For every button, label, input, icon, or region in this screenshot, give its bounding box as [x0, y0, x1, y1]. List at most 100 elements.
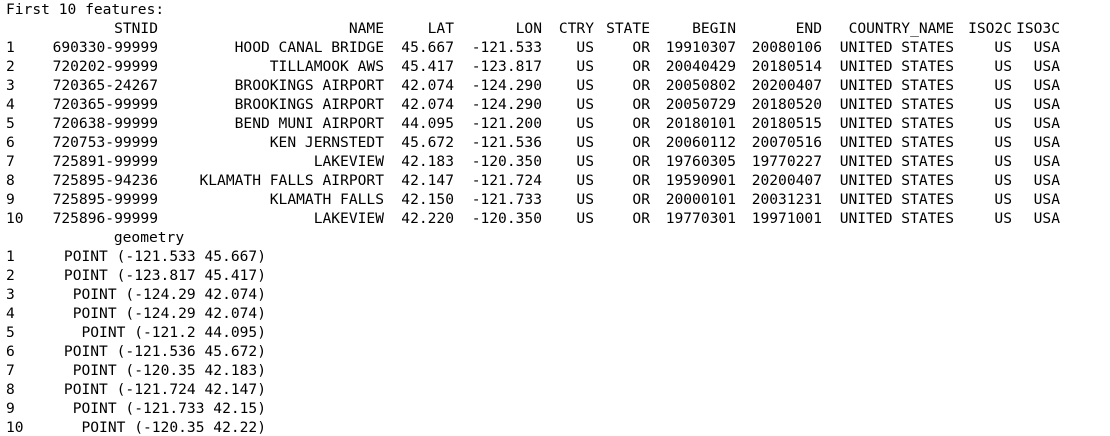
cell-stnid: 725895-94236 — [52, 172, 158, 189]
cell-iso2c: US — [994, 134, 1012, 151]
cell-iso2c: US — [994, 115, 1012, 132]
geometry-index-spacer — [6, 228, 32, 247]
cell-lon: -121.733 — [471, 191, 542, 208]
cell-begin: 20050729 — [665, 96, 736, 113]
cell-iso3c: USA — [1033, 153, 1060, 170]
geometry-row: 1 POINT (-121.533 45.667) — [6, 247, 1110, 266]
cell-begin: 19770301 — [665, 210, 736, 227]
console-output: First 10 features: STNID NAME LAT LON CT… — [0, 0, 1110, 436]
geometry-value: POINT (-124.29 42.074) — [72, 286, 266, 303]
cell-lat: 42.150 — [401, 191, 454, 208]
cell-end: 20070516 — [751, 134, 822, 151]
cell-state: OR — [632, 96, 650, 113]
geometry-value: POINT (-121.536 45.672) — [63, 343, 266, 360]
cell-end: 20180515 — [751, 115, 822, 132]
cell-name: KLAMATH FALLS AIRPORT — [199, 172, 384, 189]
row-index: 7 — [6, 153, 15, 170]
cell-state: OR — [632, 191, 650, 208]
header-stnid: STNID — [114, 20, 158, 37]
geometry-value: POINT (-121.2 44.095) — [81, 324, 266, 341]
cell-iso3c: USA — [1033, 172, 1060, 189]
header-name: NAME — [348, 20, 384, 37]
cell-state: OR — [632, 77, 650, 94]
geometry-row: 10 POINT (-120.35 42.22) — [6, 418, 1110, 436]
cell-lat: 44.095 — [401, 115, 454, 132]
cell-country-name: UNITED STATES — [839, 115, 954, 132]
cell-lon: -121.533 — [471, 39, 542, 56]
cell-begin: 19910307 — [665, 39, 736, 56]
table-body: 1 690330-99999 HOOD CANAL BRIDGE 45.667 -121… — [6, 38, 1110, 228]
cell-begin: 20040429 — [665, 58, 736, 75]
cell-iso2c: US — [994, 58, 1012, 75]
cell-name: BROOKINGS AIRPORT — [234, 96, 384, 113]
cell-iso3c: USA — [1033, 191, 1060, 208]
cell-iso2c: US — [994, 39, 1012, 56]
header-ctry: CTRY — [558, 20, 594, 37]
geometry-value: POINT (-123.817 45.417) — [63, 267, 266, 284]
cell-iso3c: USA — [1033, 96, 1060, 113]
cell-iso3c: USA — [1033, 115, 1060, 132]
geometry-row: 8 POINT (-121.724 42.147) — [6, 380, 1110, 399]
cell-state: OR — [632, 210, 650, 227]
cell-stnid: 720365-24267 — [52, 77, 158, 94]
geometry-value: POINT (-124.29 42.074) — [72, 305, 266, 322]
cell-name: KLAMATH FALLS — [269, 191, 384, 208]
cell-iso3c: USA — [1033, 134, 1060, 151]
cell-iso3c: USA — [1033, 77, 1060, 94]
cell-end: 20031231 — [751, 191, 822, 208]
cell-name: LAKEVIEW — [313, 153, 384, 170]
cell-stnid: 720365-99999 — [52, 96, 158, 113]
cell-lat: 42.220 — [401, 210, 454, 227]
cell-ctry: US — [576, 115, 594, 132]
cell-state: OR — [632, 58, 650, 75]
table-row: 6 720753-99999 KEN JERNSTEDT 45.672 -121.536… — [6, 133, 1110, 152]
cell-lat: 45.417 — [401, 58, 454, 75]
cell-lon: -121.200 — [471, 115, 542, 132]
cell-country-name: UNITED STATES — [839, 210, 954, 227]
cell-ctry: US — [576, 191, 594, 208]
header-begin: BEGIN — [692, 20, 736, 37]
cell-state: OR — [632, 39, 650, 56]
cell-state: OR — [632, 153, 650, 170]
cell-end: 20180514 — [751, 58, 822, 75]
cell-ctry: US — [576, 77, 594, 94]
header-geometry: geometry — [113, 229, 185, 246]
table-row: 8 725895-94236 KLAMATH FALLS AIRPORT 42.147… — [6, 171, 1110, 190]
cell-iso2c: US — [994, 77, 1012, 94]
cell-begin: 20180101 — [665, 115, 736, 132]
cell-stnid: 725895-99999 — [52, 191, 158, 208]
cell-lat: 42.147 — [401, 172, 454, 189]
header-end: END — [795, 20, 822, 37]
cell-stnid: 720753-99999 — [52, 134, 158, 151]
table-row: 9 725895-99999 KLAMATH FALLS 42.150 -121.733… — [6, 190, 1110, 209]
cell-lat: 45.667 — [401, 39, 454, 56]
cell-end: 20080106 — [751, 39, 822, 56]
geometry-value: POINT (-121.733 42.15) — [72, 400, 266, 417]
row-index: 9 — [6, 191, 15, 208]
cell-end: 20180520 — [751, 96, 822, 113]
geometry-row: 7 POINT (-120.35 42.183) — [6, 361, 1110, 380]
row-index: 8 — [6, 172, 15, 189]
cell-iso2c: US — [994, 172, 1012, 189]
header-country-name: COUNTRY_NAME — [848, 20, 954, 37]
cell-end: 20200407 — [751, 172, 822, 189]
cell-ctry: US — [576, 39, 594, 56]
row-index: 4 — [6, 96, 15, 113]
cell-stnid: 725896-99999 — [52, 210, 158, 227]
row-index: 1 — [6, 39, 15, 56]
cell-iso2c: US — [994, 153, 1012, 170]
table-row: 2 720202-99999 TILLAMOOK AWS 45.417 -123.817… — [6, 57, 1110, 76]
cell-begin: 19760305 — [665, 153, 736, 170]
geometry-value: POINT (-121.724 42.147) — [63, 381, 266, 398]
cell-lat: 42.183 — [401, 153, 454, 170]
cell-iso3c: USA — [1033, 58, 1060, 75]
cell-state: OR — [632, 134, 650, 151]
cell-name: BROOKINGS AIRPORT — [234, 77, 384, 94]
cell-lon: -121.536 — [471, 134, 542, 151]
row-index: 2 — [6, 58, 15, 75]
geometry-header-row: geometry — [6, 228, 1110, 247]
row-index: 6 — [6, 134, 15, 151]
cell-name: LAKEVIEW — [313, 210, 384, 227]
geometry-row: 3 POINT (-124.29 42.074) — [6, 285, 1110, 304]
cell-stnid: 690330-99999 — [52, 39, 158, 56]
